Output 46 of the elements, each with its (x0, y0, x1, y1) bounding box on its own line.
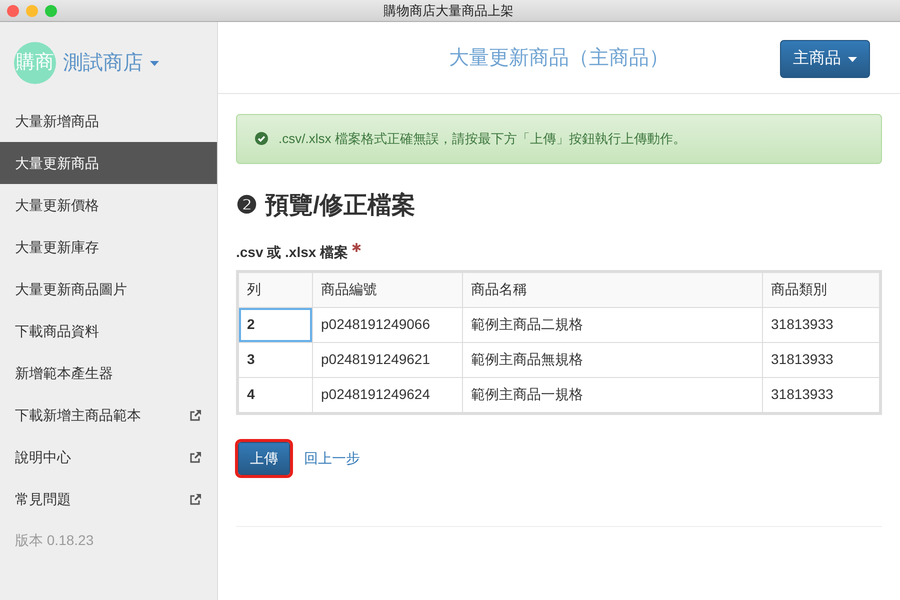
zoom-window-button[interactable] (45, 4, 57, 16)
window-title: 購物商店大量商品上架 (384, 2, 514, 18)
sidebar-item[interactable]: 下載新增主商品範本 (0, 394, 217, 436)
row-number-cell[interactable]: 3 (238, 342, 312, 377)
column-header: 商品類別 (762, 272, 880, 307)
caret-icon (150, 60, 159, 66)
table-cell: p0248191249621 (312, 342, 462, 377)
table-cell: p0248191249066 (312, 307, 462, 342)
sidebar-item[interactable]: 大量更新商品 (0, 142, 217, 184)
table-cell: 31813933 (762, 377, 880, 412)
sidebar-item[interactable]: 大量更新商品圖片 (0, 268, 217, 310)
page-title: 大量更新商品（主商品） (449, 46, 669, 70)
check-circle-icon (255, 132, 268, 146)
sidebar-item[interactable]: 大量更新價格 (0, 184, 217, 226)
column-header: 商品名稱 (462, 272, 762, 307)
table-cell: 範例主商品一規格 (462, 377, 762, 412)
version-text: 版本 0.18.23 (14, 531, 95, 550)
product-type-dropdown[interactable]: 主商品 (780, 40, 870, 78)
external-link-icon (189, 492, 202, 506)
store-name: 測試商店 (63, 51, 143, 76)
minimize-window-button[interactable] (26, 4, 38, 16)
caret-icon (848, 56, 857, 62)
external-link-icon (189, 450, 202, 464)
column-header: 列 (238, 272, 312, 307)
field-label: .csv 或 .xlsx 檔案 (236, 242, 348, 262)
sidebar-item[interactable]: 下載商品資料 (0, 310, 217, 352)
external-link-icon (189, 408, 202, 422)
sidebar-item[interactable]: 常見問題 (0, 478, 217, 520)
table-cell: 31813933 (762, 342, 880, 377)
back-link[interactable]: 回上一步 (304, 448, 360, 468)
sidebar-item[interactable]: 說明中心 (0, 436, 217, 478)
table-cell: 範例主商品二規格 (462, 307, 762, 342)
step-number: ❷ (236, 190, 258, 220)
close-window-button[interactable] (7, 4, 19, 16)
row-number-cell[interactable]: 2 (238, 307, 312, 342)
row-number-cell[interactable]: 4 (238, 377, 312, 412)
store-avatar: 購商 (14, 42, 56, 84)
section-title: 預覽/修正檔案 (265, 190, 416, 220)
alert-message: .csv/.xlsx 檔案格式正確無誤，請按最下方「上傳」按鈕執行上傳動作。 (278, 130, 686, 148)
table-cell: 31813933 (762, 307, 880, 342)
table-cell: p0248191249624 (312, 377, 462, 412)
table-cell: 範例主商品無規格 (462, 342, 762, 377)
sidebar-item[interactable]: 新增範本產生器 (0, 352, 217, 394)
column-header: 商品編號 (312, 272, 462, 307)
sidebar-item[interactable]: 大量更新庫存 (0, 226, 217, 268)
sidebar-item[interactable]: 大量新增商品 (0, 100, 217, 142)
